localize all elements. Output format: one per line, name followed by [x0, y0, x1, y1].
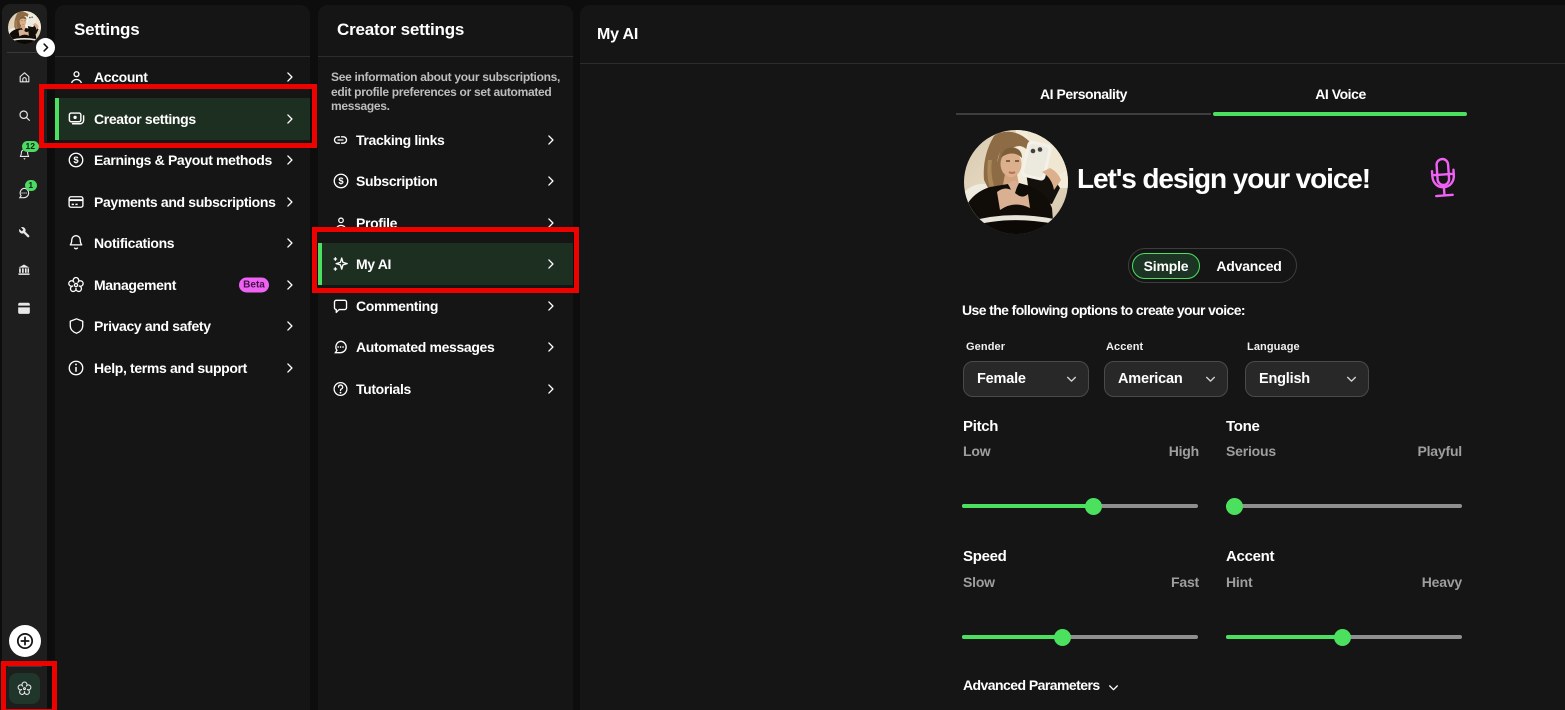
svg-text:$: $ — [338, 176, 344, 186]
svg-text:$: $ — [73, 155, 79, 165]
